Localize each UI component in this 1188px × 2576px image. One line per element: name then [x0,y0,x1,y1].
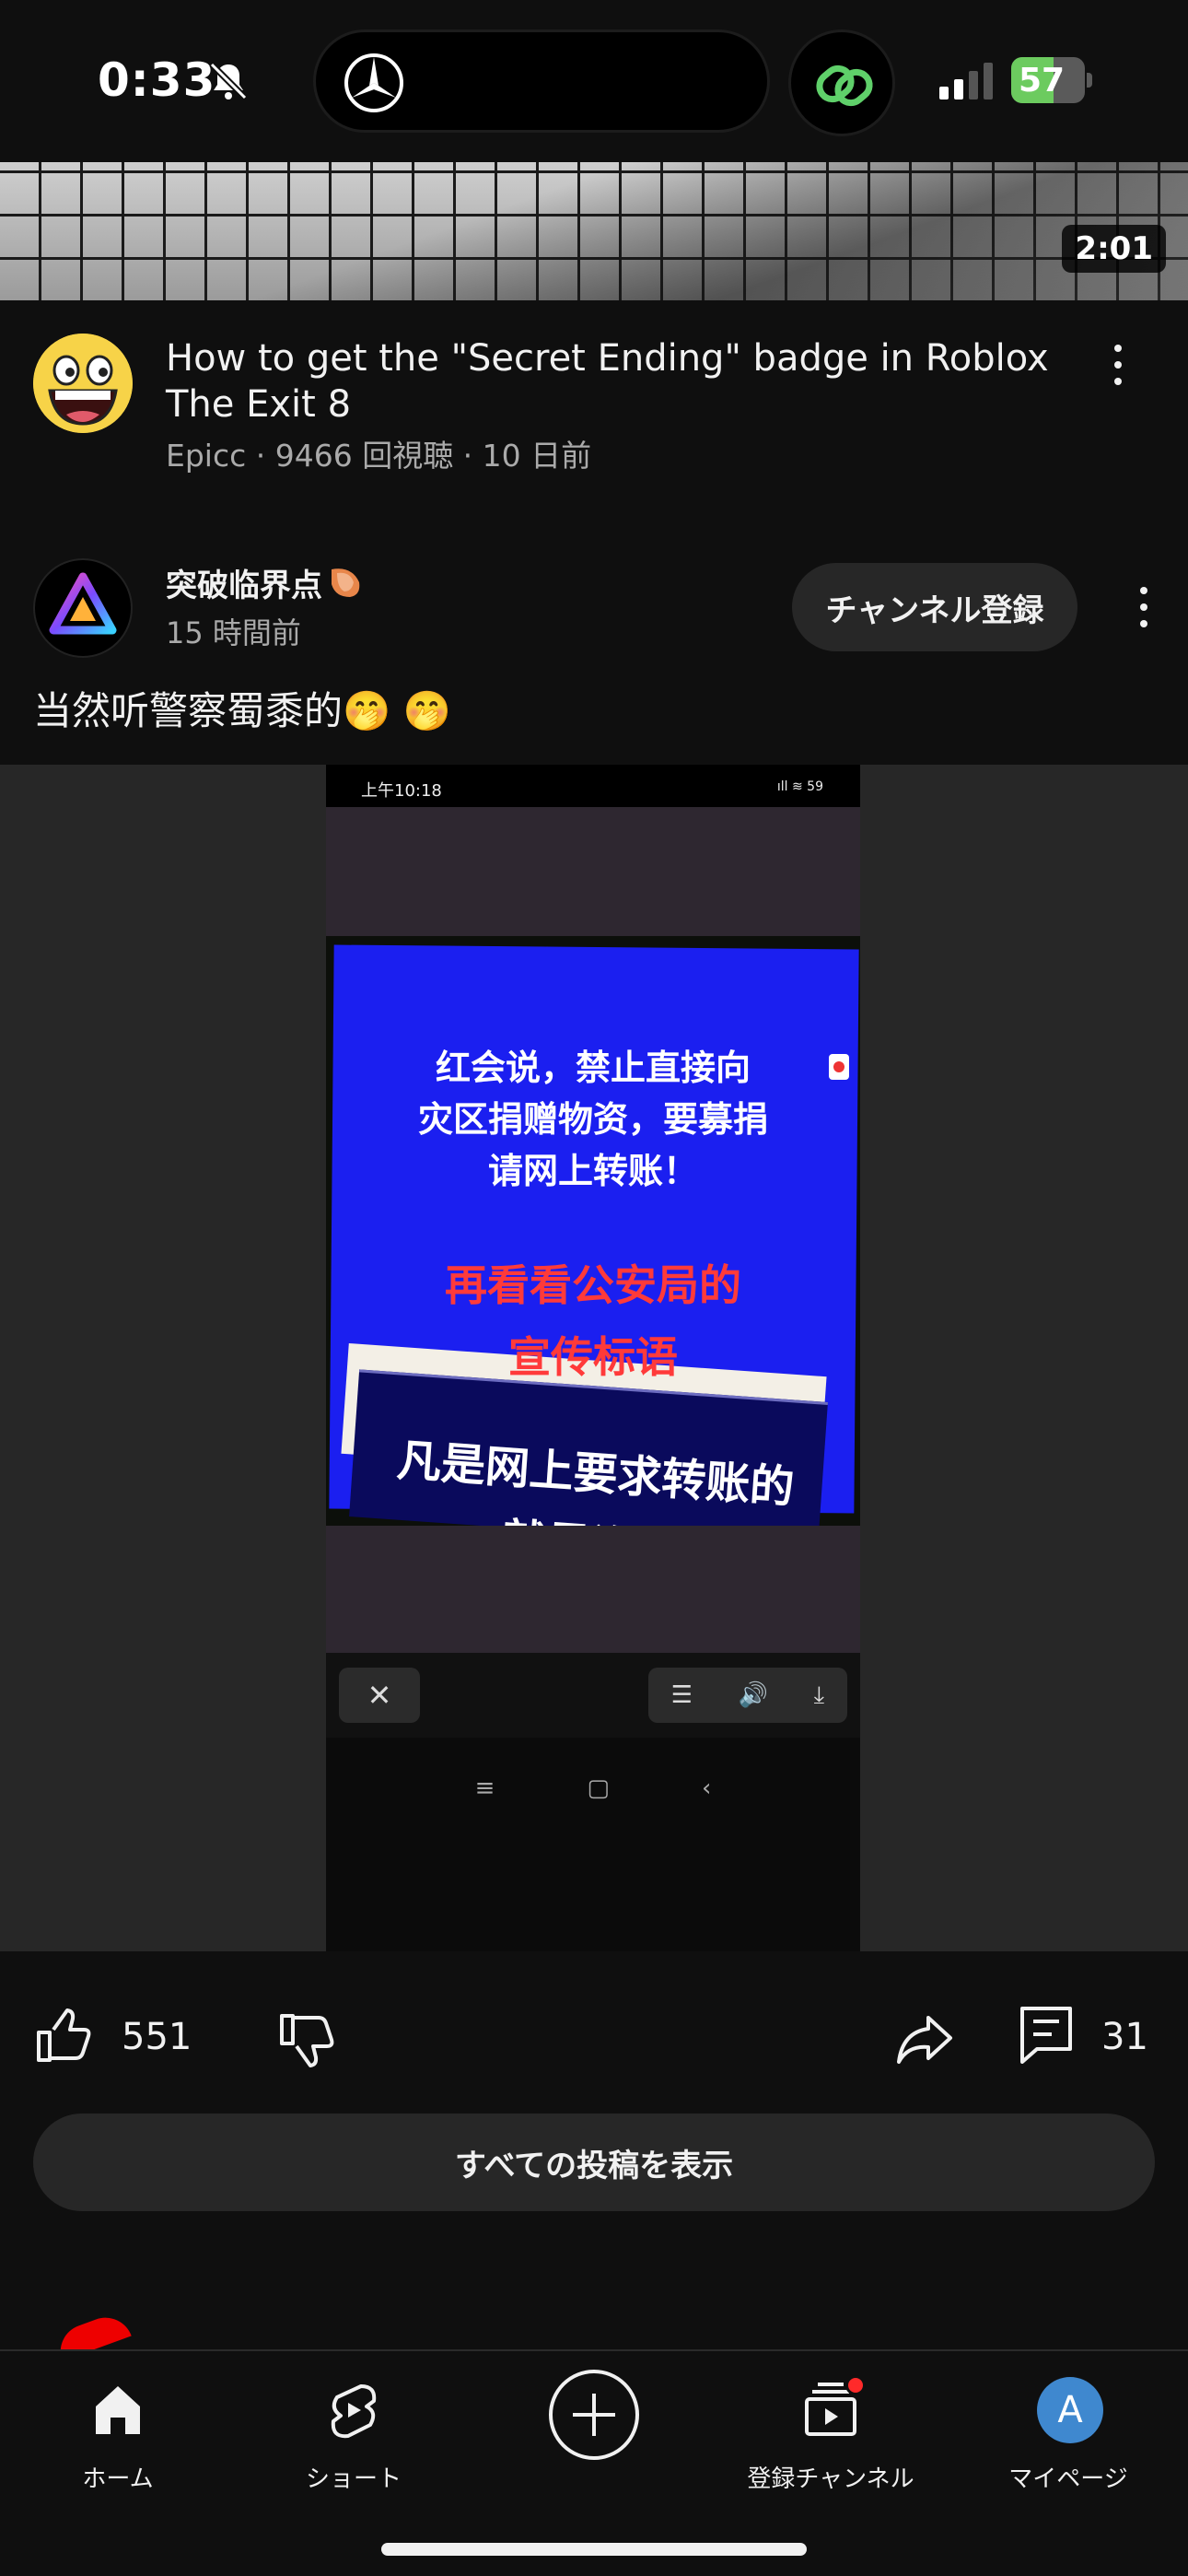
nav-subscriptions-label: 登録チャンネル [747,2465,914,2493]
nav-shorts-label: ショート [305,2465,402,2493]
battery-cap [1087,73,1092,88]
comment-icon[interactable] [1019,2005,1074,2064]
post-image[interactable]: 上午10:18 ıll ≋ 59 红会说，禁止直接向 灾区捐赠物资，要募捐 请网… [0,765,1188,1951]
video-subtitle: Epicc · 9466 回視聴 · 10 日前 [166,438,592,474]
like-icon[interactable] [33,2007,92,2066]
video-duration: 2:01 [1062,225,1166,273]
subscribe-button[interactable]: チャンネル登録 [792,563,1077,651]
screenshot-padding-bottom [326,1526,860,1653]
epic-face-icon [33,334,133,433]
post-header: 突破临界点 15 時間前 チャンネル登録 [0,549,1188,669]
screenshot-nav-bar: ≡ ▢ ‹ [326,1738,860,1951]
screenshot-status-bar: 上午10:18 ıll ≋ 59 [326,765,860,807]
post-actions: 551 31 [0,1951,1188,2117]
post-text: 当然听警察蜀黍的🤭 🤭 [33,688,451,733]
download-icon: ⤓ [813,1680,825,1709]
home-icon [96,2386,140,2434]
status-time: 0:33 [98,53,216,107]
video-more-button[interactable] [1100,339,1136,394]
share-icon[interactable] [895,2008,954,2067]
battery-indicator: 57 [1011,57,1092,103]
menu-icon: ☰ [670,1681,693,1709]
signal-icon [939,63,993,100]
silent-bell-icon [209,62,248,100]
record-icon [829,1054,849,1080]
screenshot-tools: ☰ 🔊 ⤓ [648,1668,847,1723]
video-thumbnail[interactable]: 2:01 [0,162,1188,300]
mercedes-logo-icon [344,53,403,112]
home-square-icon: ▢ [587,1774,610,1802]
battery-body: 57 [1011,57,1085,103]
triangle-logo-icon [49,572,117,635]
nav-subscriptions[interactable]: 登録チャンネル [720,2370,941,2508]
channel-avatar[interactable] [33,558,133,658]
channel-name[interactable]: 突破临界点 [166,560,322,605]
thumbnail-shade [0,162,1188,300]
comment-count: 31 [1101,2016,1148,2058]
kebab-dot [1114,345,1122,352]
nav-you[interactable]: A マイページ [958,2370,1179,2508]
nav-home-label: ホーム [82,2465,154,2493]
nav-home[interactable]: ホーム [7,2370,228,2508]
kebab-dot [1114,361,1122,369]
kebab-dot [1140,603,1147,611]
status-bar: 0:33 57 [0,0,1188,162]
fire-emoji-icon [332,568,360,597]
dislike-icon[interactable] [276,2010,335,2069]
home-indicator[interactable] [381,2543,807,2556]
kebab-dot [1114,378,1122,385]
screenshot-close-icon: ✕ [339,1668,420,1723]
sign-text-white: 红会说，禁止直接向 灾区捐赠物资，要募捐 请网上转账！ [417,1048,768,1191]
link-icon [816,64,873,107]
dynamic-island [313,29,770,133]
video-title[interactable]: How to get the "Secret Ending" badge in … [166,335,1050,427]
view-all-posts-button[interactable]: すべての投稿を表示 [33,2113,1155,2211]
post-time: 15 時間前 [166,615,301,650]
create-button[interactable] [549,2370,639,2460]
recents-icon: ≡ [474,1774,495,1802]
kebab-dot [1140,620,1147,627]
volume-icon: 🔊 [738,1681,769,1709]
shorts-icon [331,2384,377,2439]
video-meta[interactable]: How to get the "Secret Ending" badge in … [0,300,1188,485]
screenshot-padding-top [326,807,860,936]
screenshot-toolbar: ✕ ☰ 🔊 ⤓ [326,1653,860,1738]
nav-shorts[interactable]: ショート [243,2370,464,2508]
notification-dot [845,2375,866,2395]
like-count: 551 [122,2016,192,2058]
screenshot-status-icons: ıll ≋ 59 [776,779,823,794]
post-more-button[interactable] [1125,581,1162,637]
channel-avatar-epicc[interactable] [33,334,133,433]
screenshot-video-frame: 红会说，禁止直接向 灾区捐赠物资，要募捐 请网上转账！ 再看看公安局的 宣传标语… [326,936,860,1526]
nav-you-label: マイページ [1008,2465,1128,2493]
sign-text-red: 再看看公安局的 宣传标语 [445,1260,741,1382]
live-activity [788,29,895,136]
account-avatar: A [1037,2377,1103,2443]
kebab-dot [1140,587,1147,594]
screenshot-time: 上午10:18 [361,781,442,801]
phone-screenshot: 上午10:18 ıll ≋ 59 红会说，禁止直接向 灾区捐赠物资，要募捐 请网… [326,765,860,1951]
battery-percent: 57 [1019,62,1066,100]
back-icon: ‹ [701,1774,712,1802]
